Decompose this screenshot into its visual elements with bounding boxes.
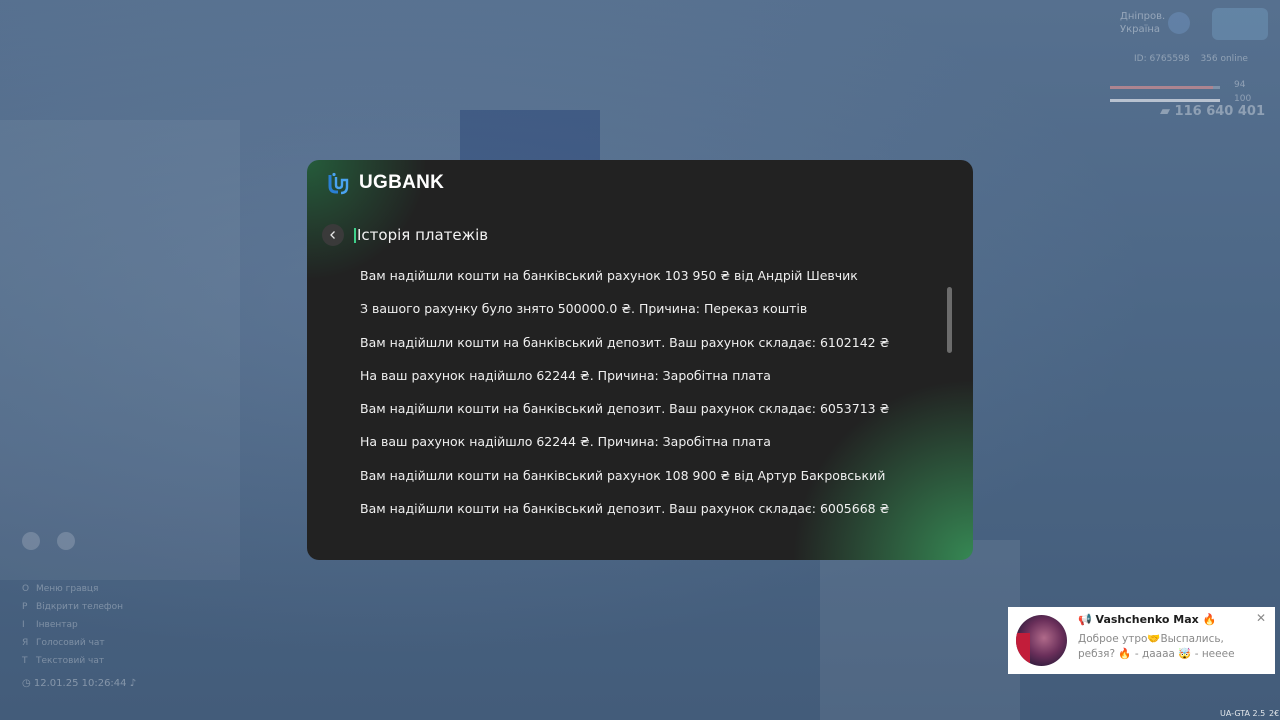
bank-name: UGBANK [359,172,445,193]
ugbank-logo-icon [328,172,349,195]
history-item: Вам надійшли кошти на банківський депози… [360,334,890,350]
keybind: P Відкрити телефон [22,602,124,612]
page-title: Історія платежів [357,226,489,244]
history-item: З вашого рахунку було знято 500000.0 ₴. … [360,301,808,317]
online-count: 356 online [1200,54,1248,64]
owl-icon [1168,12,1190,34]
keybind: T Текстовий чат [22,656,105,666]
hud-ids: ID: 6765598 356 online [1134,54,1256,64]
history-item: Вам надійшли кошти на банківський депози… [360,501,890,517]
money-icon: ▰ [1160,104,1175,119]
armor-bar [1110,99,1220,102]
back-button[interactable] [322,224,344,246]
version-extra: 2€ [1269,709,1280,718]
scrollbar-thumb[interactable] [947,287,952,353]
notification-message: Доброе утро🤝Выспались, ребзя? 🔥 - даааа … [1078,633,1235,660]
armor-value: 100 [1234,94,1252,104]
clock-icon: ◷ [22,678,34,689]
history-item: На ваш рахунок надійшло 62244 ₴. Причина… [360,434,771,450]
bank-brand: UGBANK [327,171,444,195]
bg-desk [820,540,1020,720]
settings-icon[interactable] [22,532,40,550]
hud-keybinds: О Меню гравця P Відкрити телефон I Інвентар… [22,580,123,670]
server-logo [1212,8,1268,40]
history-item: Вам надійшли кошти на банківський рахуно… [360,467,886,483]
bank-panel: UGBANK Історія платежів Вам надійшли кош… [307,160,973,560]
history-item: Вам надійшли кошти на банківський депози… [360,401,890,417]
history-item: Вам надійшли кошти на банківський рахуно… [360,268,858,283]
keybind: О Меню гравця [22,584,99,594]
money-amount: 116 640 401 [1174,104,1265,119]
health-bar [1110,86,1220,89]
microphone-icon: ♪ [129,678,137,689]
keybind: I Інвентар [22,620,78,630]
history-scrollbar[interactable] [947,284,952,520]
close-icon[interactable]: ✕ [1256,612,1268,624]
payment-history-list: Вам надійшли кошти на банківський рахуно… [360,268,920,534]
money-display: ▰ 116 640 401 [1160,104,1265,119]
avatar-decoration [1016,633,1030,663]
keybind: Я Голосовий чат [22,638,105,648]
bg-wall-panel [0,120,240,580]
chevron-left-icon [330,231,335,239]
hud-datetime: ◷ 12.01.25 10:26:44 ♪ [22,678,136,689]
game-version: UA-GTA 2.5 [1220,709,1266,718]
avatar [1016,615,1067,666]
armor-bar-fill [1110,99,1220,102]
health-bar-fill [1110,86,1214,89]
datetime-text: 12.01.25 10:26:44 [33,678,127,689]
history-item: На ваш рахунок надійшло 62244 ₴. Причина… [360,367,771,383]
chat-notification[interactable]: 📢 Vashchenko Max 🔥 Доброе утро🤝Выспались… [1008,607,1275,674]
title-accent-bar [354,228,356,243]
health-value: 94 [1234,80,1246,90]
notification-author: 📢 Vashchenko Max 🔥 [1078,613,1217,626]
telegram-icon[interactable] [57,532,76,550]
hud-quick-buttons [22,532,87,554]
player-id: ID: 6765598 [1134,54,1190,64]
